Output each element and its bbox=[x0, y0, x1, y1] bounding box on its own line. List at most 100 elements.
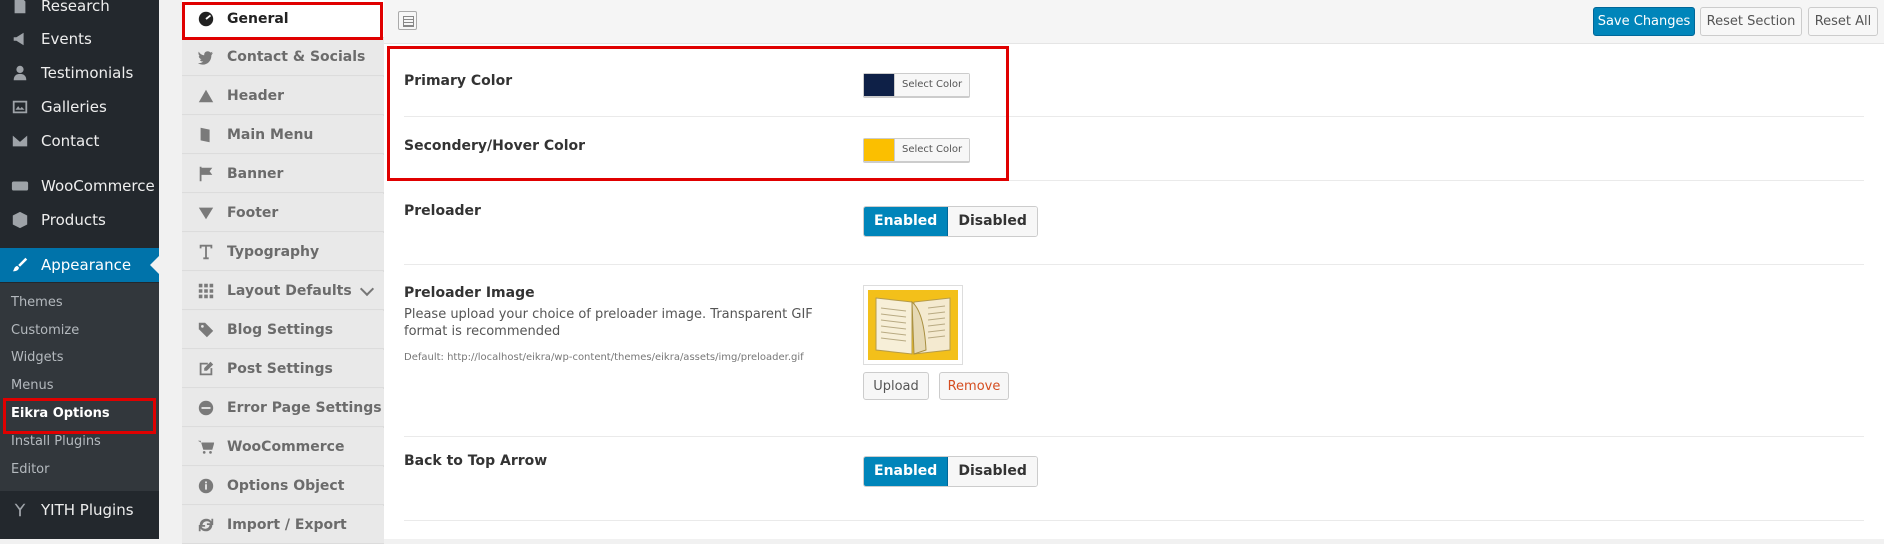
dashboard-icon bbox=[195, 10, 217, 28]
text-icon bbox=[195, 243, 217, 261]
options-panel: Primary Color Select Color Secondery/Hov… bbox=[384, 44, 1884, 539]
minus-circle-icon bbox=[195, 399, 217, 417]
nav-contact-socials[interactable]: Contact & Socials bbox=[182, 38, 384, 76]
secondary-color-picker[interactable]: Select Color bbox=[863, 138, 971, 162]
envelope-icon bbox=[7, 131, 33, 151]
book-image bbox=[868, 290, 958, 360]
menu-item-research[interactable]: Research bbox=[0, 0, 159, 23]
reset-all-button[interactable]: Reset All bbox=[1808, 7, 1878, 36]
triangle-down-icon bbox=[195, 204, 217, 222]
nav-header[interactable]: Header bbox=[182, 77, 384, 115]
field-preloader-image: Preloader Image Please upload your choic… bbox=[404, 265, 1864, 437]
nav-banner[interactable]: Banner bbox=[182, 155, 384, 193]
upload-button[interactable]: Upload bbox=[863, 372, 929, 400]
nav-typography[interactable]: Typography bbox=[182, 233, 384, 271]
menu-item-label: Galleries bbox=[41, 98, 107, 116]
switch-enabled[interactable]: Enabled bbox=[864, 457, 949, 486]
color-swatch[interactable] bbox=[864, 74, 894, 96]
nav-error-page-settings[interactable]: Error Page Settings bbox=[182, 389, 384, 427]
menu-item-label: WooCommerce bbox=[41, 177, 155, 195]
reset-section-button[interactable]: Reset Section bbox=[1700, 7, 1802, 36]
switch-disabled[interactable]: Disabled bbox=[948, 207, 1037, 236]
chevron-down-icon[interactable] bbox=[359, 281, 375, 297]
megaphone-icon bbox=[7, 29, 33, 49]
nav-label: Options Object bbox=[227, 477, 345, 494]
person-icon bbox=[7, 63, 33, 83]
submenu-editor[interactable]: Editor bbox=[11, 460, 49, 480]
current-arrow bbox=[150, 256, 159, 274]
switch-disabled[interactable]: Disabled bbox=[948, 457, 1037, 486]
menu-item-appearance[interactable]: Appearance bbox=[0, 248, 159, 282]
nav-general[interactable]: General bbox=[182, 0, 384, 38]
menu-item-label: Testimonials bbox=[41, 64, 134, 82]
menu-item-events[interactable]: Events bbox=[0, 22, 159, 56]
nav-label: General bbox=[227, 10, 289, 27]
tags-icon bbox=[195, 321, 217, 339]
menu-item-testimonials[interactable]: Testimonials bbox=[0, 56, 159, 90]
submenu-menus[interactable]: Menus bbox=[11, 376, 53, 396]
primary-color-picker[interactable]: Select Color bbox=[863, 73, 971, 97]
menu-item-contact[interactable]: Contact bbox=[0, 124, 159, 158]
twitter-icon bbox=[195, 48, 217, 66]
nav-options-object[interactable]: Options Object bbox=[182, 467, 384, 505]
menu-item-woocommerce[interactable]: WooCommerce bbox=[0, 169, 159, 203]
nav-label: Layout Defaults bbox=[227, 282, 352, 299]
admin-sidebar: Research Events Testimonials Galleries C… bbox=[0, 0, 159, 539]
nav-label: Typography bbox=[227, 243, 320, 260]
submenu-widgets[interactable]: Widgets bbox=[11, 348, 64, 368]
submenu-customize[interactable]: Customize bbox=[11, 321, 79, 341]
field-back-to-top: Back to Top Arrow Enabled Disabled bbox=[404, 437, 1864, 521]
submenu-themes[interactable]: Themes bbox=[11, 293, 63, 313]
info-icon bbox=[195, 477, 217, 495]
preloader-switch[interactable]: Enabled Disabled bbox=[863, 206, 1038, 237]
field-secondary-color: Secondery/Hover Color Select Color bbox=[404, 117, 1864, 181]
color-swatch[interactable] bbox=[864, 139, 894, 161]
field-preloader: Preloader Enabled Disabled bbox=[404, 181, 1864, 265]
menu-item-products[interactable]: Products bbox=[0, 203, 159, 237]
save-changes-button[interactable]: Save Changes bbox=[1593, 7, 1695, 36]
nav-label: Post Settings bbox=[227, 360, 333, 377]
menu-item-yith-plugins[interactable]: YITH Plugins bbox=[0, 493, 159, 527]
options-toolbar: Save Changes Reset Section Reset All bbox=[384, 0, 1884, 44]
menu-item-galleries[interactable]: Galleries bbox=[0, 90, 159, 124]
nav-layout-defaults[interactable]: Layout Defaults bbox=[182, 272, 384, 310]
nav-main-menu[interactable]: Main Menu bbox=[182, 116, 384, 154]
nav-label: Footer bbox=[227, 204, 279, 221]
field-title: Secondery/Hover Color bbox=[404, 138, 586, 154]
nav-footer[interactable]: Footer bbox=[182, 194, 384, 232]
nav-post-settings[interactable]: Post Settings bbox=[182, 350, 384, 388]
menu-item-label: Appearance bbox=[41, 256, 132, 274]
select-color-button[interactable]: Select Color bbox=[894, 74, 970, 96]
field-description: Please upload your choice of preloader i… bbox=[404, 307, 813, 339]
menu-item-label: Events bbox=[41, 30, 92, 48]
nav-import-export[interactable]: Import / Export bbox=[182, 506, 384, 544]
field-title: Preloader Image bbox=[404, 285, 535, 301]
expand-options-icon[interactable] bbox=[398, 11, 417, 30]
paintbrush-icon bbox=[7, 255, 33, 275]
nav-woocommerce[interactable]: WooCommerce bbox=[182, 428, 384, 466]
switch-enabled[interactable]: Enabled bbox=[864, 207, 949, 236]
nav-label: Banner bbox=[227, 165, 284, 182]
book-icon bbox=[195, 126, 217, 144]
grid-icon bbox=[195, 282, 217, 300]
cart-icon bbox=[195, 438, 217, 456]
submenu-install-plugins[interactable]: Install Plugins bbox=[11, 432, 101, 452]
nav-label: Contact & Socials bbox=[227, 48, 366, 65]
triangle-up-icon bbox=[195, 87, 217, 105]
remove-button[interactable]: Remove bbox=[939, 372, 1009, 400]
nav-label: Main Menu bbox=[227, 126, 314, 143]
submenu-eikra-options[interactable]: Eikra Options bbox=[11, 404, 110, 424]
nav-blog-settings[interactable]: Blog Settings bbox=[182, 311, 384, 349]
refresh-icon bbox=[195, 516, 217, 534]
menu-item-label: YITH Plugins bbox=[41, 501, 134, 519]
yith-icon bbox=[7, 500, 33, 520]
field-title: Primary Color bbox=[404, 73, 513, 89]
field-title: Back to Top Arrow bbox=[404, 453, 548, 469]
select-color-button[interactable]: Select Color bbox=[894, 139, 970, 161]
nav-label: Import / Export bbox=[227, 516, 347, 533]
options-nav: General Contact & Socials Header Main Me… bbox=[182, 0, 384, 544]
menu-item-label: Research bbox=[41, 0, 110, 15]
box-icon bbox=[7, 210, 33, 230]
menu-item-label: Products bbox=[41, 211, 106, 229]
back-to-top-switch[interactable]: Enabled Disabled bbox=[863, 456, 1038, 487]
